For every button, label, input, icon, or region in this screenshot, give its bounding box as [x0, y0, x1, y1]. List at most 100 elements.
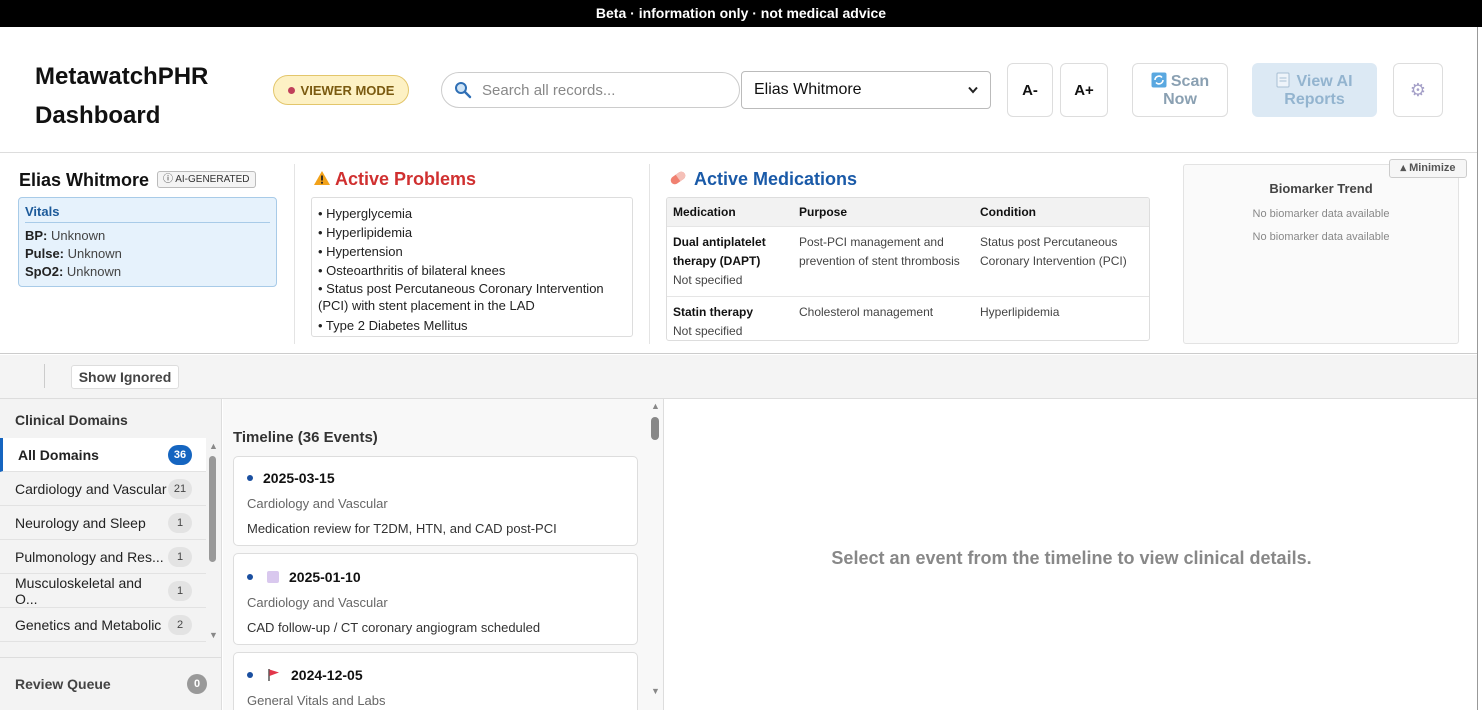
domain-item-all[interactable]: All Domains 36 [0, 438, 206, 472]
lilac-square-icon [267, 571, 279, 583]
timeline-event[interactable]: 2025-01-10 Cardiology and Vascular CAD f… [233, 553, 638, 645]
font-decrease-button[interactable]: A- [1007, 63, 1053, 117]
bullet-icon [247, 475, 253, 481]
red-flag-icon [268, 669, 279, 681]
event-date: 2024-12-05 [291, 667, 363, 683]
domain-item-cardiology[interactable]: Cardiology and Vascular 21 [0, 472, 206, 506]
minimize-button[interactable]: ▴ Minimize [1389, 159, 1467, 178]
vitals-title: Vitals [25, 204, 270, 223]
problem-item: • Hypertension [318, 244, 403, 259]
patient-name: Elias Whitmore [19, 170, 150, 190]
scroll-thumb[interactable] [209, 456, 216, 562]
med-purpose-cell: Post-PCI management and prevention of st… [793, 225, 974, 296]
table-header-row: Medication Purpose Condition [667, 198, 1149, 226]
domain-item-neurology[interactable]: Neurology and Sleep 1 [0, 506, 206, 540]
minimize-label: Minimize [1409, 162, 1456, 174]
view-ai-reports-button[interactable]: View AI Reports [1252, 63, 1377, 117]
pill-icon [670, 171, 686, 185]
scan-now-button[interactable]: Scan Now [1132, 63, 1228, 117]
ai-badge-label: AI-GENERATED [175, 174, 250, 185]
show-ignored-button[interactable]: Show Ignored [71, 365, 179, 389]
domain-item-genetics[interactable]: Genetics and Metabolic 2 [0, 608, 206, 642]
settings-button[interactable]: ⚙ [1393, 63, 1443, 117]
med-condition-cell: Status post Percutaneous Coronary Interv… [974, 225, 1149, 296]
search-input[interactable] [482, 81, 722, 99]
warning-icon [314, 171, 330, 185]
timeline-event[interactable]: 2025-03-15 Cardiology and Vascular Medic… [233, 456, 638, 546]
patient-select[interactable]: Elias Whitmore [741, 71, 991, 109]
domain-label: All Domains [18, 446, 99, 463]
column-header: Purpose [793, 198, 974, 226]
event-summary: CAD follow-up / CT coronary angiogram sc… [247, 620, 541, 635]
table-row: Statin therapy Not specified Cholesterol … [667, 295, 1149, 340]
event-date: 2025-01-10 [289, 569, 361, 585]
refresh-icon [1151, 72, 1167, 87]
ai-generated-badge: ⓘ AI-GENERATED [157, 171, 256, 188]
scroll-up-icon[interactable]: ▲ [209, 441, 218, 451]
timeline-scrollbar[interactable]: ▲ ▼ [649, 399, 661, 710]
problem-item: • Hyperglycemia [318, 206, 413, 221]
beta-banner: Beta · information only · not medical ad… [0, 0, 1482, 27]
scroll-up-icon[interactable]: ▲ [651, 401, 660, 411]
problems-list: • Hyperglycemia • Hyperlipidemia • Hyper… [311, 197, 633, 337]
med-name-cell: Dual antiplatelet therapy (DAPT) Not spec… [667, 225, 793, 296]
domain-label: Neurology and Sleep [15, 514, 146, 531]
table-row: Dual antiplatelet therapy (DAPT) Not spec… [667, 225, 1149, 296]
scroll-thumb[interactable] [651, 417, 659, 440]
medications-title: Active Medications [694, 169, 858, 189]
viewer-mode-label: VIEWER MODE [300, 82, 395, 98]
app-header: MetawatchPHR Dashboard VIEWER MODE Elias… [0, 27, 1478, 153]
viewer-mode-badge: VIEWER MODE [273, 75, 409, 105]
report-icon [1276, 72, 1290, 87]
domain-count: 1 [168, 580, 192, 601]
scroll-down-icon[interactable]: ▼ [651, 686, 660, 696]
font-increase-button[interactable]: A+ [1060, 63, 1108, 117]
app-title: MetawatchPHR Dashboard [35, 63, 209, 129]
problem-item: • Osteoarthritis of bilateral knees [318, 263, 506, 278]
biomarker-title: Biomarker Trend [1269, 181, 1373, 196]
divider [294, 164, 295, 344]
timeline-event[interactable]: 2024-12-05 General Vitals and Labs [233, 652, 638, 710]
problem-item: • Type 2 Diabetes Mellitus [318, 318, 468, 333]
review-queue[interactable]: Review Queue 0 [0, 657, 222, 710]
med-purpose-cell: Cholesterol management [793, 295, 974, 340]
domain-scrollbar[interactable]: ▲ ▼ [208, 441, 218, 640]
event-category: Cardiology and Vascular [247, 496, 388, 511]
med-name-cell: Statin therapy Not specified [667, 295, 793, 340]
med-condition-cell: Hyperlipidemia [974, 295, 1149, 340]
column-header: Condition [974, 198, 1149, 226]
medications-table: Medication Purpose Condition Dual antipl… [666, 197, 1150, 341]
vital-spo2: SpO2: Unknown [25, 264, 122, 279]
gear-icon: ⚙ [1409, 79, 1427, 100]
domain-item-pulmonology[interactable]: Pulmonology and Res... 1 [0, 540, 206, 574]
viewer-dot-icon [287, 86, 295, 94]
biomarker-panel: Biomarker Trend No biomarker data availa… [1183, 164, 1459, 344]
domain-label: Cardiology and Vascular [15, 480, 167, 497]
divider [44, 364, 45, 388]
problems-title: Active Problems [335, 169, 477, 189]
timeline-panel: Timeline (36 Events) 2025-03-15 Cardiolo… [223, 399, 664, 710]
window-edge [1477, 27, 1478, 710]
biomarker-empty: No biomarker data available [1252, 208, 1390, 220]
domain-item-musculoskeletal[interactable]: Musculoskeletal and O... 1 [0, 574, 206, 608]
problem-item: • Status post Percutaneous Coronary Inte… [318, 281, 604, 313]
domain-count: 21 [168, 478, 192, 499]
bullet-icon [247, 574, 253, 580]
scan-now-label: Scan Now [1163, 72, 1210, 108]
divider [649, 164, 650, 344]
search-box[interactable] [441, 72, 740, 108]
domain-list: All Domains 36 Cardiology and Vascular 21 … [0, 438, 206, 643]
event-category: General Vitals and Labs [247, 693, 386, 708]
problem-item: • Hyperlipidemia [318, 225, 413, 240]
detail-empty-message: Select an event from the timeline to vie… [831, 548, 1312, 568]
chevron-down-icon [968, 86, 978, 94]
patient-select-value: Elias Whitmore [754, 81, 862, 98]
timeline-title: Timeline (36 Events) [233, 429, 378, 446]
patient-summary: Elias Whitmore ⓘ AI-GENERATED Vitals BP:… [0, 154, 1478, 354]
vital-bp: BP: Unknown [25, 228, 106, 243]
domain-count: 1 [168, 512, 192, 533]
biomarker-empty: No biomarker data available [1252, 231, 1390, 243]
scroll-down-icon[interactable]: ▼ [209, 630, 218, 640]
domain-count: 2 [168, 614, 192, 635]
domain-label: Genetics and Metabolic [15, 616, 162, 633]
